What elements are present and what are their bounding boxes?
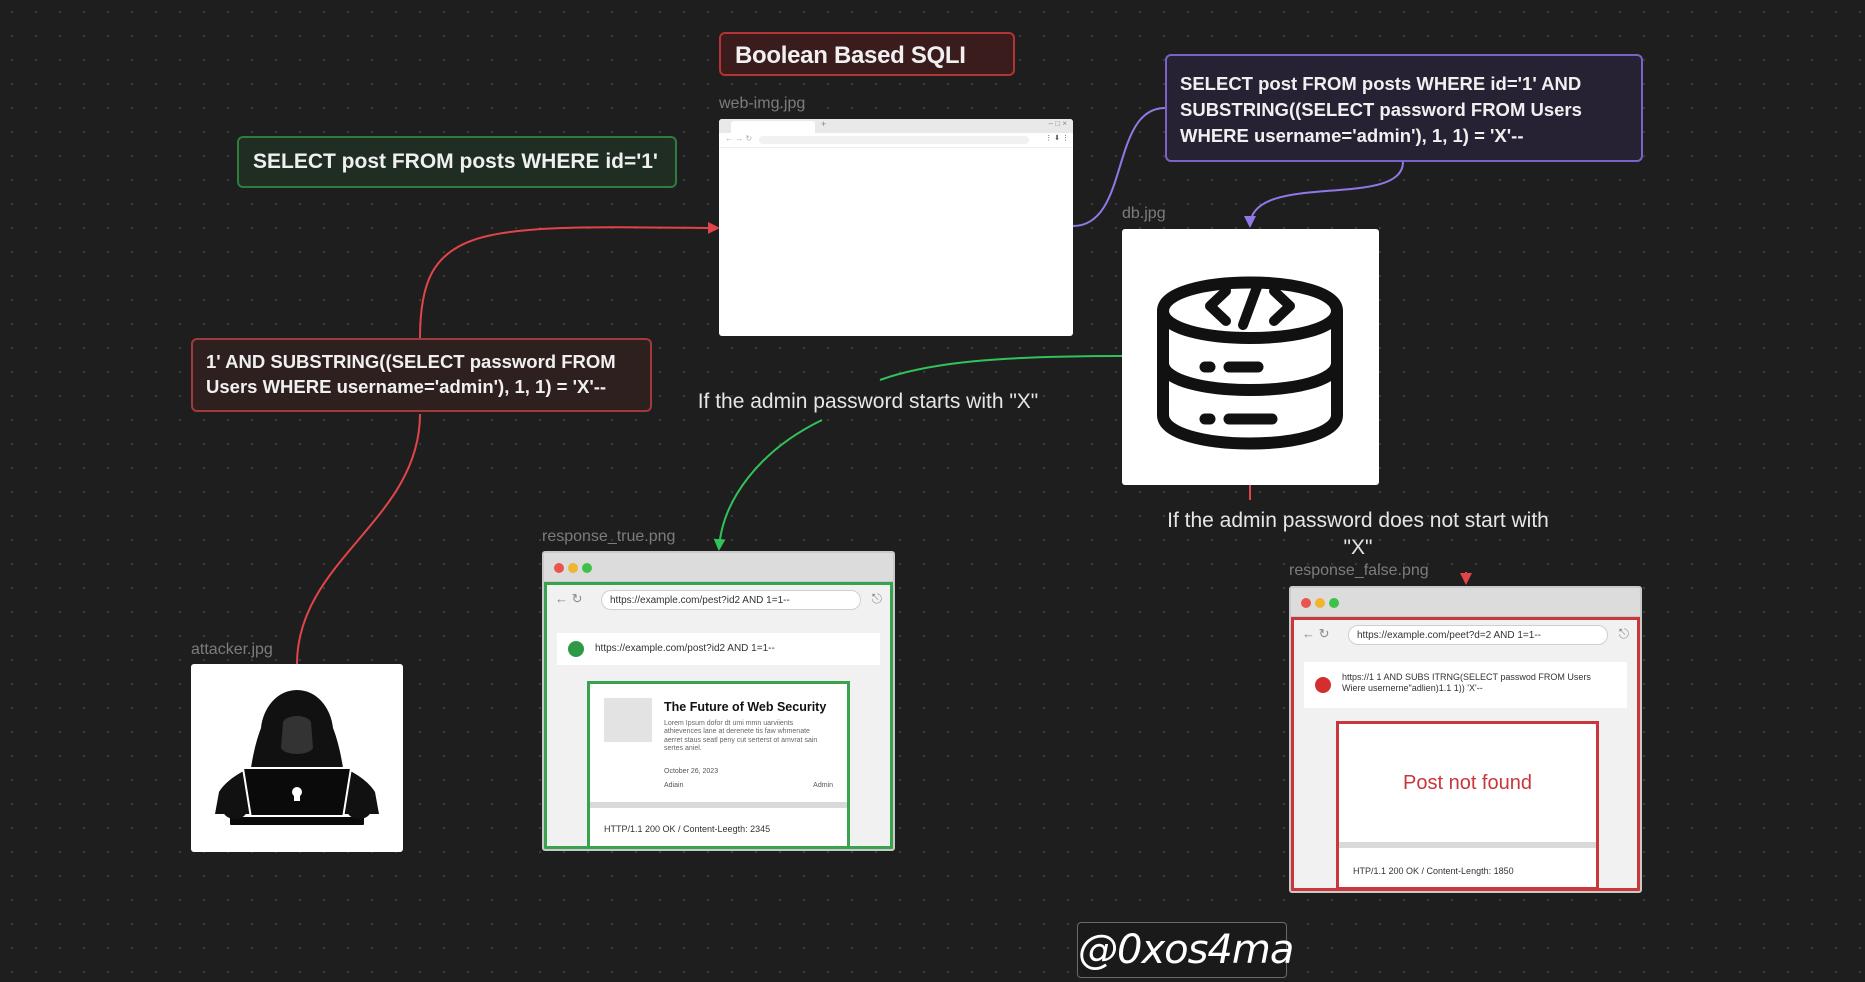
minimize-dot-icon — [1315, 598, 1325, 608]
edge-db-to-true — [879, 355, 1123, 381]
article-divider — [590, 802, 847, 808]
true-address-bar: https://example.com/pest?id2 AND 1=1-- — [601, 590, 861, 610]
response-true-image: ← ↻ https://example.com/pest?id2 AND 1=1… — [542, 551, 895, 851]
close-dot-icon — [554, 563, 564, 573]
true-status-text: https://example.com/post?id2 AND 1=1-- — [595, 643, 775, 654]
article-thumbnail — [604, 698, 652, 742]
web-window-controls: – □ × — [1048, 119, 1067, 128]
database-icon — [1157, 276, 1343, 450]
false-status-text: https://1 1 AND SUBS ITRNG(SELECT passwo… — [1342, 672, 1591, 694]
maximize-dot-icon — [582, 563, 592, 573]
author-signature: @0xos4ma — [1077, 922, 1294, 978]
false-footer-text: HTP/1.1 200 OK / Content-Length: 1850 — [1353, 866, 1514, 876]
article-body: Lorem Ipsum dofor dt umi mmn uarviients … — [664, 720, 818, 753]
title-card: Boolean Based SQLI — [719, 32, 1015, 76]
db-image-label: db.jpg — [1122, 205, 1166, 222]
true-footer-text: HTTP/1.1 200 OK / Content-Leegth: 2345 — [604, 824, 771, 834]
false-divider — [1339, 842, 1596, 848]
true-share-icon: ⎋ — [871, 591, 882, 606]
web-image-label: web-img.jpg — [719, 95, 806, 112]
web-toolbar-icons: ⋮ ⬇ ⋮ — [1045, 135, 1069, 142]
article-author-right: Admin — [813, 782, 833, 789]
edge-attacker-to-payload — [296, 413, 421, 665]
normal-query-text: SELECT post FROM posts WHERE id='1' — [253, 150, 658, 173]
web-tab — [731, 121, 815, 133]
false-address-bar: https://example.com/peet?d=2 AND 1=1-- — [1348, 625, 1608, 645]
web-browser-image: + – □ × ← → ↻ ⋮ ⬇ ⋮ — [719, 119, 1073, 336]
false-nav-icons: ← ↻ — [1302, 626, 1330, 641]
response-false-image: ← ↻ https://example.com/peet?d=2 AND 1=1… — [1289, 586, 1642, 893]
web-new-tab-icon: + — [821, 119, 827, 129]
web-toolbar: ← → ↻ ⋮ ⬇ ⋮ — [719, 133, 1073, 148]
false-status-row: https://1 1 AND SUBS ITRNG(SELECT passwo… — [1304, 662, 1627, 708]
normal-query-card: SELECT post FROM posts WHERE id='1' — [237, 136, 677, 188]
true-browser-titlebar — [544, 553, 893, 582]
web-address-bar — [759, 136, 1029, 144]
true-branch-label: If the admin password starts with "X" — [697, 390, 1039, 413]
article-author-left: Adiain — [664, 782, 684, 789]
diagram-canvas: Boolean Based SQLI SELECT post FROM post… — [0, 0, 1865, 982]
article-date: October 26, 2023 — [664, 768, 719, 775]
false-red-frame: ← ↻ https://example.com/peet?d=2 AND 1=1… — [1291, 617, 1640, 891]
web-tab-strip: + – □ × — [719, 119, 1073, 133]
not-found-message: Post not found — [1403, 772, 1532, 794]
true-green-frame: ← ↻ https://example.com/pest?id2 AND 1=1… — [544, 582, 893, 849]
false-browser-titlebar — [1291, 588, 1640, 617]
payload-text: 1' AND SUBSTRING((SELECT password FROM U… — [206, 351, 616, 397]
response-true-label: response_true.png — [542, 528, 676, 545]
edge-db-to-true-lower — [713, 419, 823, 551]
page-title: Boolean Based SQLI — [735, 42, 966, 69]
error-status-icon — [1315, 677, 1331, 693]
minimize-dot-icon — [568, 563, 578, 573]
article-title: The Future of Web Security — [664, 700, 827, 714]
response-false-label: response_false.png — [1289, 562, 1429, 579]
database-image — [1122, 229, 1379, 485]
true-article-card: The Future of Web Security Lorem Ipsum d… — [587, 681, 850, 849]
payload-card: 1' AND SUBSTRING((SELECT password FROM U… — [191, 338, 652, 412]
false-branch-label: If the admin password does not start wit… — [1167, 509, 1549, 560]
false-message-card: Post not found HTP/1.1 200 OK / Content-… — [1336, 721, 1599, 890]
attacker-image-label: attacker.jpg — [191, 641, 273, 658]
false-share-icon: ⎋ — [1618, 626, 1629, 641]
maximize-dot-icon — [1329, 598, 1339, 608]
true-status-row: https://example.com/post?id2 AND 1=1-- — [557, 633, 880, 665]
close-dot-icon — [1301, 598, 1311, 608]
hacker-icon — [215, 690, 379, 827]
web-nav-icons: ← → ↻ — [725, 134, 753, 143]
edge-payload-to-web — [419, 221, 720, 339]
edge-query-to-db — [1244, 161, 1404, 228]
true-nav-icons: ← ↻ — [555, 591, 583, 606]
success-status-icon — [568, 641, 584, 657]
attacker-image — [191, 664, 403, 852]
injected-query-text: SELECT post FROM posts WHERE id='1' AND … — [1180, 73, 1582, 146]
injected-query-card: SELECT post FROM posts WHERE id='1' AND … — [1165, 54, 1643, 162]
